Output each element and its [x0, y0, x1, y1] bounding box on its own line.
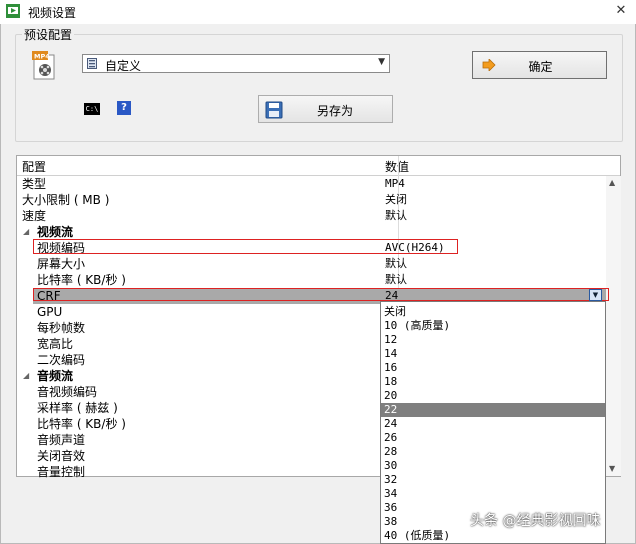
grid-section-row: ◢ 视频流: [17, 224, 606, 240]
crf-option[interactable]: 40 (低质量): [381, 529, 605, 543]
vertical-scrollbar[interactable]: ▲ ▼: [606, 176, 621, 476]
grid-row-key: 类型: [22, 177, 47, 191]
scroll-up-icon[interactable]: ▲: [609, 178, 615, 187]
preset-group-label: 预设配置: [22, 26, 75, 43]
app-icon: [6, 4, 20, 18]
grid-row[interactable]: 类型 MP4: [17, 176, 606, 192]
crf-dropdown-button[interactable]: ▼: [589, 289, 602, 301]
grid-row-value: 关闭: [385, 193, 407, 206]
preset-combo[interactable]: 自定义 ▼: [82, 54, 390, 73]
grid-row-key: 比特率 ( KB/秒 ): [37, 417, 126, 431]
window-title: 视频设置: [28, 6, 77, 20]
crf-option[interactable]: 16: [381, 361, 605, 375]
collapse-triangle-icon[interactable]: ◢: [23, 368, 29, 384]
crf-dropdown-list: 关闭 10 (高质量) 12 14 16 18 20 22 24 26 28 30 32 34 36 38 40…: [380, 301, 606, 544]
collapse-triangle-icon[interactable]: ◢: [23, 224, 29, 240]
grid-row[interactable]: 大小限制 ( MB ) 关闭: [17, 192, 606, 208]
title-bar: 视频设置 ✕: [0, 0, 636, 24]
crf-option[interactable]: 18: [381, 375, 605, 389]
mp4-badge-text: MP4: [34, 53, 50, 61]
column-header-value: 数值: [385, 160, 410, 174]
ok-button[interactable]: 确定: [472, 51, 607, 79]
mp4-file-icon: MP4: [32, 51, 55, 80]
grid-row-key: 速度: [22, 209, 47, 223]
grid-row-key: 采样率 ( 赫兹 ): [37, 401, 118, 415]
crf-option[interactable]: 20: [381, 389, 605, 403]
crf-option[interactable]: 26: [381, 431, 605, 445]
crf-option[interactable]: 24: [381, 417, 605, 431]
grid-row-key: 音视频编码: [37, 385, 98, 399]
grid-row-key: 视频流: [37, 225, 74, 239]
grid-row-key: 宽高比: [37, 337, 74, 351]
floppy-disk-icon: [265, 101, 283, 119]
grid-header: 配置 数值: [17, 156, 620, 176]
crf-option[interactable]: 32: [381, 473, 605, 487]
grid-row-key: 音频流: [37, 369, 74, 383]
grid-row-value: MP4: [385, 177, 405, 190]
scroll-down-icon[interactable]: ▼: [609, 464, 615, 473]
preset-list-icon: [87, 58, 97, 69]
save-as-label: 另存为: [317, 104, 354, 118]
grid-row[interactable]: 速度 默认: [17, 208, 606, 224]
save-as-button[interactable]: 另存为: [258, 95, 393, 123]
crf-option[interactable]: 10 (高质量): [381, 319, 605, 333]
video-codec-highlight: [33, 239, 458, 254]
grid-row-key: 关闭音效: [37, 449, 86, 463]
crf-option[interactable]: 30: [381, 459, 605, 473]
grid-row-key: 比特率 ( KB/秒 ): [37, 273, 126, 287]
help-icon[interactable]: ?: [117, 101, 131, 115]
grid-row-value: 默认: [385, 209, 407, 222]
grid-row-value: 默认: [385, 273, 407, 286]
chevron-down-icon: ▼: [378, 57, 385, 67]
crf-option[interactable]: 22: [381, 403, 605, 417]
crf-option[interactable]: 34: [381, 487, 605, 501]
grid-row-key: 音量控制: [37, 465, 86, 479]
grid-row-value: 默认: [385, 257, 407, 270]
grid-row-key: GPU: [37, 305, 63, 319]
watermark: 头条 @经典影视回味: [470, 513, 601, 529]
command-prompt-icon[interactable]: C:\: [84, 103, 100, 115]
close-icon[interactable]: ✕: [608, 0, 634, 22]
grid-row[interactable]: 比特率 ( KB/秒 ) 默认: [17, 272, 606, 288]
grid-row-key: 每秒帧数: [37, 321, 86, 335]
preset-combo-value: 自定义: [105, 59, 142, 73]
crf-option[interactable]: 12: [381, 333, 605, 347]
crf-option[interactable]: 28: [381, 445, 605, 459]
ok-button-label: 确定: [528, 60, 553, 74]
crf-highlight: [33, 288, 609, 301]
grid-row-key: 二次编码: [37, 353, 86, 367]
crf-option[interactable]: 关闭: [381, 305, 605, 319]
grid-row[interactable]: 屏幕大小 默认: [17, 256, 606, 272]
column-header-config: 配置: [22, 160, 47, 174]
grid-row-key: 屏幕大小: [37, 257, 86, 271]
grid-row-key: 大小限制 ( MB ): [22, 193, 110, 207]
crf-option[interactable]: 14: [381, 347, 605, 361]
grid-row-key: 音频声道: [37, 433, 86, 447]
